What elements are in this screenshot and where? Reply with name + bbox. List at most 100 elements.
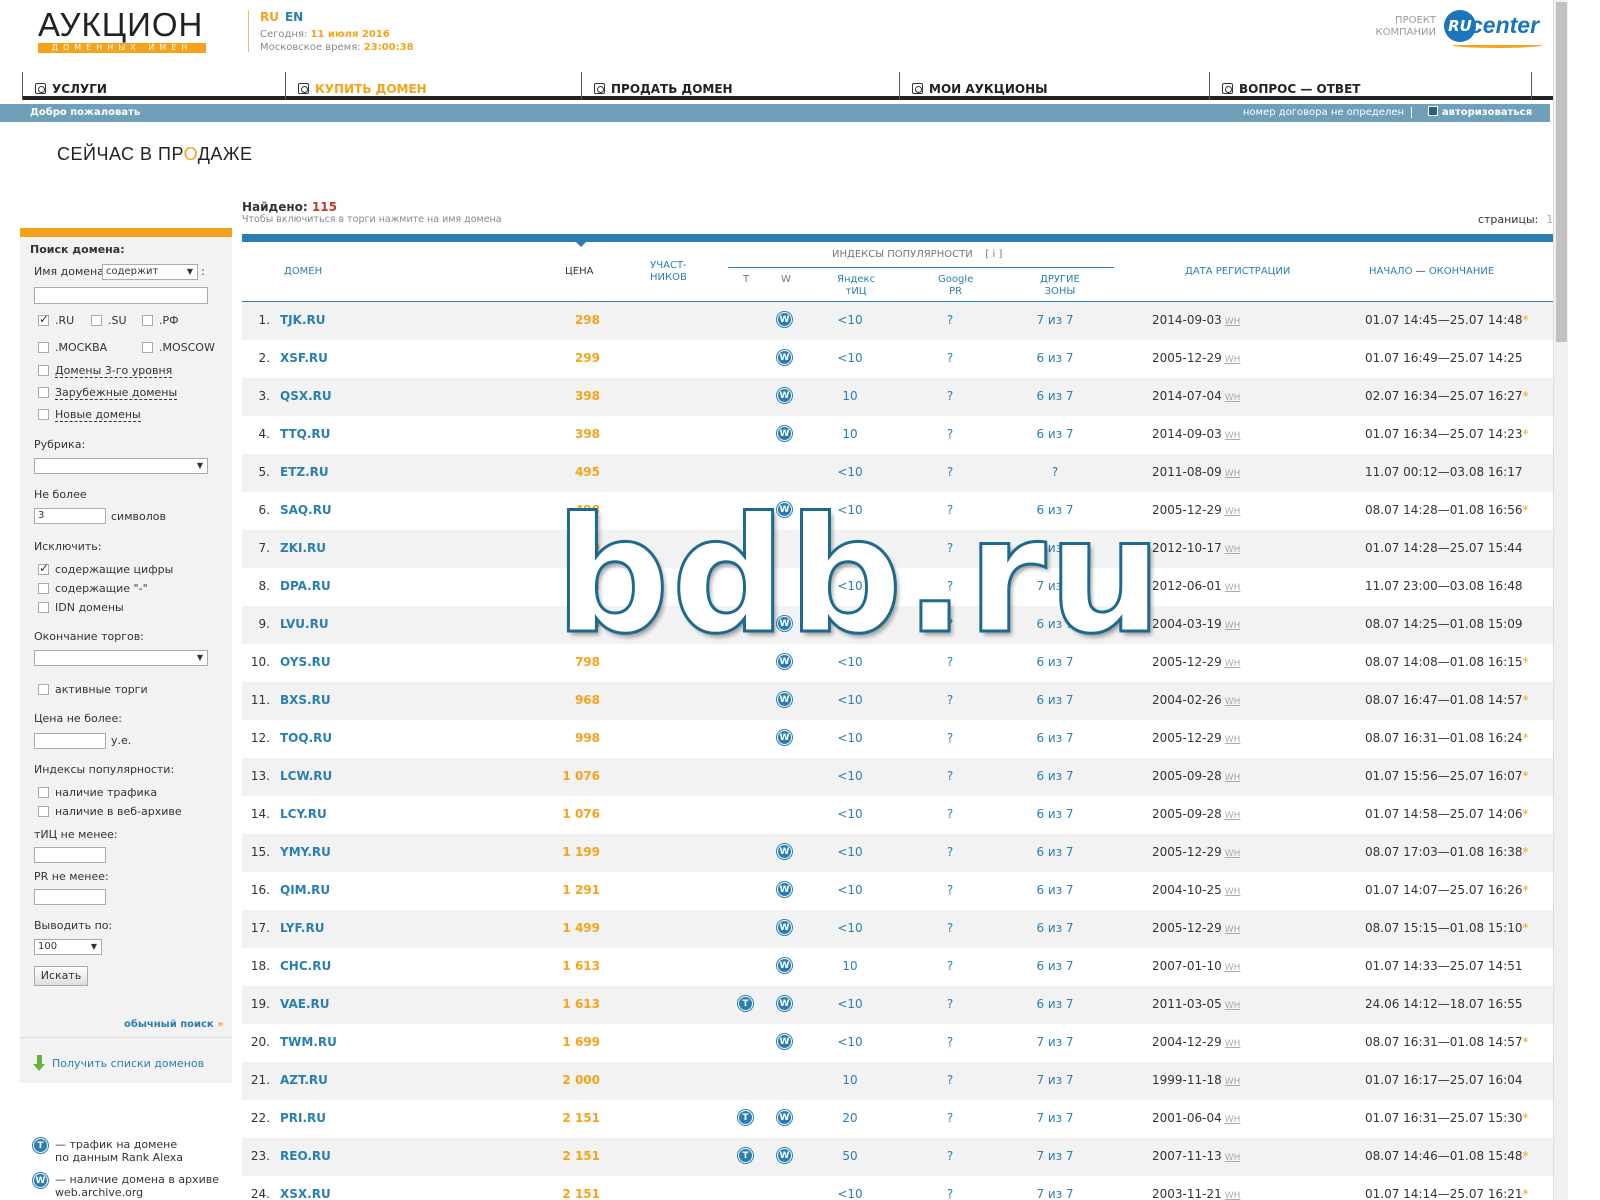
nav-services[interactable]: УСЛУГИ (22, 72, 286, 100)
checkbox[interactable] (38, 583, 49, 594)
domain-link[interactable]: SAQ.RU (280, 503, 332, 517)
tic-input[interactable] (34, 847, 106, 863)
domain-link[interactable]: ZKI.RU (280, 541, 326, 555)
lang-en[interactable]: EN (285, 10, 303, 24)
col-reg-date[interactable]: ДАТА РЕГИСТРАЦИИ (1185, 266, 1290, 278)
col-other-zones[interactable]: ДРУГИЕ ЗОНЫ (1040, 274, 1080, 298)
other-zones-link[interactable]: 6 из 7 (1012, 807, 1098, 821)
whois-link[interactable]: WH (1225, 773, 1241, 783)
archive-w-icon[interactable]: W (777, 843, 792, 859)
price-input[interactable] (34, 733, 106, 749)
whois-link[interactable]: WH (1225, 431, 1241, 441)
nav-sell-domain[interactable]: ПРОДАТЬ ДОМЕН (582, 72, 900, 100)
archive-w-icon[interactable]: W (777, 1033, 792, 1049)
whois-link[interactable]: WH (1225, 1001, 1241, 1011)
domain-link[interactable]: VAE.RU (280, 997, 330, 1011)
col-google-pr[interactable]: Google PR (938, 274, 973, 298)
checkbox[interactable] (38, 684, 49, 695)
domain-link[interactable]: TWM.RU (280, 1035, 337, 1049)
whois-link[interactable]: WH (1225, 545, 1241, 555)
domain-link[interactable]: TOQ.RU (280, 731, 332, 745)
rubric-select[interactable]: ▼ (34, 458, 208, 474)
col-participants[interactable]: УЧАСТ- НИКОВ (650, 260, 687, 284)
lang-ru[interactable]: RU (260, 10, 279, 24)
other-zones-link[interactable]: 6 из 7 (1012, 351, 1098, 365)
other-zones-link[interactable]: 6 из 7 (1012, 731, 1098, 745)
pr-input[interactable] (34, 889, 106, 905)
whois-link[interactable]: WH (1225, 507, 1241, 517)
domain-link[interactable]: QIM.RU (280, 883, 330, 897)
other-zones-link[interactable]: 6 из 7 (1012, 959, 1098, 973)
domain-link[interactable]: TJK.RU (280, 313, 326, 327)
domain-link[interactable]: TTQ.RU (280, 427, 330, 441)
active-checkbox[interactable]: активные торги (38, 683, 148, 696)
other-zones-link[interactable]: 6 из 7 (1012, 693, 1098, 707)
archive-checkbox[interactable]: наличие в веб-архиве (38, 805, 182, 818)
col-end[interactable]: ОКОНЧАНИЕ (1429, 266, 1494, 277)
archive-w-icon[interactable]: W (777, 311, 792, 327)
foreign-checkbox[interactable]: Зарубежные домены (38, 386, 178, 400)
other-zones-link[interactable]: 7 из 7 (1012, 1111, 1098, 1125)
whois-link[interactable]: WH (1225, 925, 1241, 935)
whois-link[interactable]: WH (1225, 469, 1241, 479)
domain-name-input[interactable] (34, 287, 208, 304)
other-zones-link[interactable]: 7 из 7 (1012, 313, 1098, 327)
perpage-select[interactable]: 100 ▼ (34, 939, 102, 955)
whois-link[interactable]: WH (1225, 1077, 1241, 1087)
whois-link[interactable]: WH (1225, 621, 1241, 631)
archive-w-icon[interactable]: W (777, 387, 792, 403)
domain-link[interactable]: OYS.RU (280, 655, 331, 669)
checkbox[interactable] (38, 342, 49, 353)
zone-ru-checkbox[interactable]: .RU (38, 312, 74, 327)
scrollbar[interactable] (1553, 0, 1568, 1200)
traffic-checkbox[interactable]: наличие трафика (38, 786, 157, 799)
rucenter-logo[interactable]: RU center (1444, 8, 1550, 54)
checkbox[interactable] (38, 365, 49, 376)
third-level-checkbox[interactable]: Домены 3-го уровня (38, 364, 173, 378)
archive-w-icon[interactable]: W (777, 1147, 792, 1163)
whois-link[interactable]: WH (1225, 583, 1241, 593)
nav-buy-domain[interactable]: КУПИТЬ ДОМЕН (286, 72, 582, 100)
other-zones-link[interactable]: 6 из 7 (1012, 921, 1098, 935)
foreign-label[interactable]: Зарубежные домены (55, 386, 178, 400)
whois-link[interactable]: WH (1225, 1191, 1241, 1200)
exclude-dash-checkbox[interactable]: содержащие "-" (38, 582, 148, 595)
archive-w-icon[interactable]: W (777, 919, 792, 935)
domain-link[interactable]: PRI.RU (280, 1111, 326, 1125)
checkbox[interactable] (142, 342, 153, 353)
whois-link[interactable]: WH (1225, 963, 1241, 973)
archive-w-icon[interactable]: W (777, 425, 792, 441)
exclude-digits-checkbox[interactable]: содержащие цифры (38, 561, 173, 576)
domain-link[interactable]: REO.RU (280, 1149, 331, 1163)
zone-moskva-checkbox[interactable]: .МОСКВА (38, 341, 107, 354)
checkbox[interactable] (38, 787, 49, 798)
checkbox[interactable] (91, 315, 102, 326)
get-lists-link[interactable]: Получить списки доменов (33, 1055, 204, 1071)
whois-link[interactable]: WH (1225, 735, 1241, 745)
other-zones-link[interactable]: 6 из 7 (1012, 769, 1098, 783)
end-select[interactable]: ▼ (34, 650, 208, 666)
other-zones-link[interactable]: ? (1012, 465, 1098, 479)
domain-link[interactable]: YMY.RU (280, 845, 331, 859)
whois-link[interactable]: WH (1225, 355, 1241, 365)
domain-link[interactable]: CHC.RU (280, 959, 331, 973)
checkbox-checked[interactable] (38, 312, 49, 326)
other-zones-link[interactable]: 6 из 7 (1012, 997, 1098, 1011)
col-yandex-tic[interactable]: Яндекс тИЦ (837, 274, 875, 298)
exclude-idn-checkbox[interactable]: IDN домены (38, 601, 124, 614)
archive-w-icon[interactable]: W (777, 349, 792, 365)
domain-link[interactable]: DPA.RU (280, 579, 331, 593)
name-mode-select[interactable]: содержит ▼ (102, 264, 198, 280)
checkbox[interactable] (38, 409, 49, 420)
new-domains-label[interactable]: Новые домены (55, 408, 141, 422)
domain-link[interactable]: LCW.RU (280, 769, 332, 783)
archive-w-icon[interactable]: W (777, 691, 792, 707)
domain-link[interactable]: LCY.RU (280, 807, 327, 821)
whois-link[interactable]: WH (1225, 659, 1241, 669)
max-chars-input[interactable]: 3 (34, 508, 106, 524)
archive-w-icon[interactable]: W (777, 995, 792, 1011)
col-price[interactable]: ЦЕНА (565, 266, 593, 278)
new-domains-checkbox[interactable]: Новые домены (38, 408, 141, 422)
checkbox[interactable] (38, 806, 49, 817)
domain-link[interactable]: QSX.RU (280, 389, 332, 403)
